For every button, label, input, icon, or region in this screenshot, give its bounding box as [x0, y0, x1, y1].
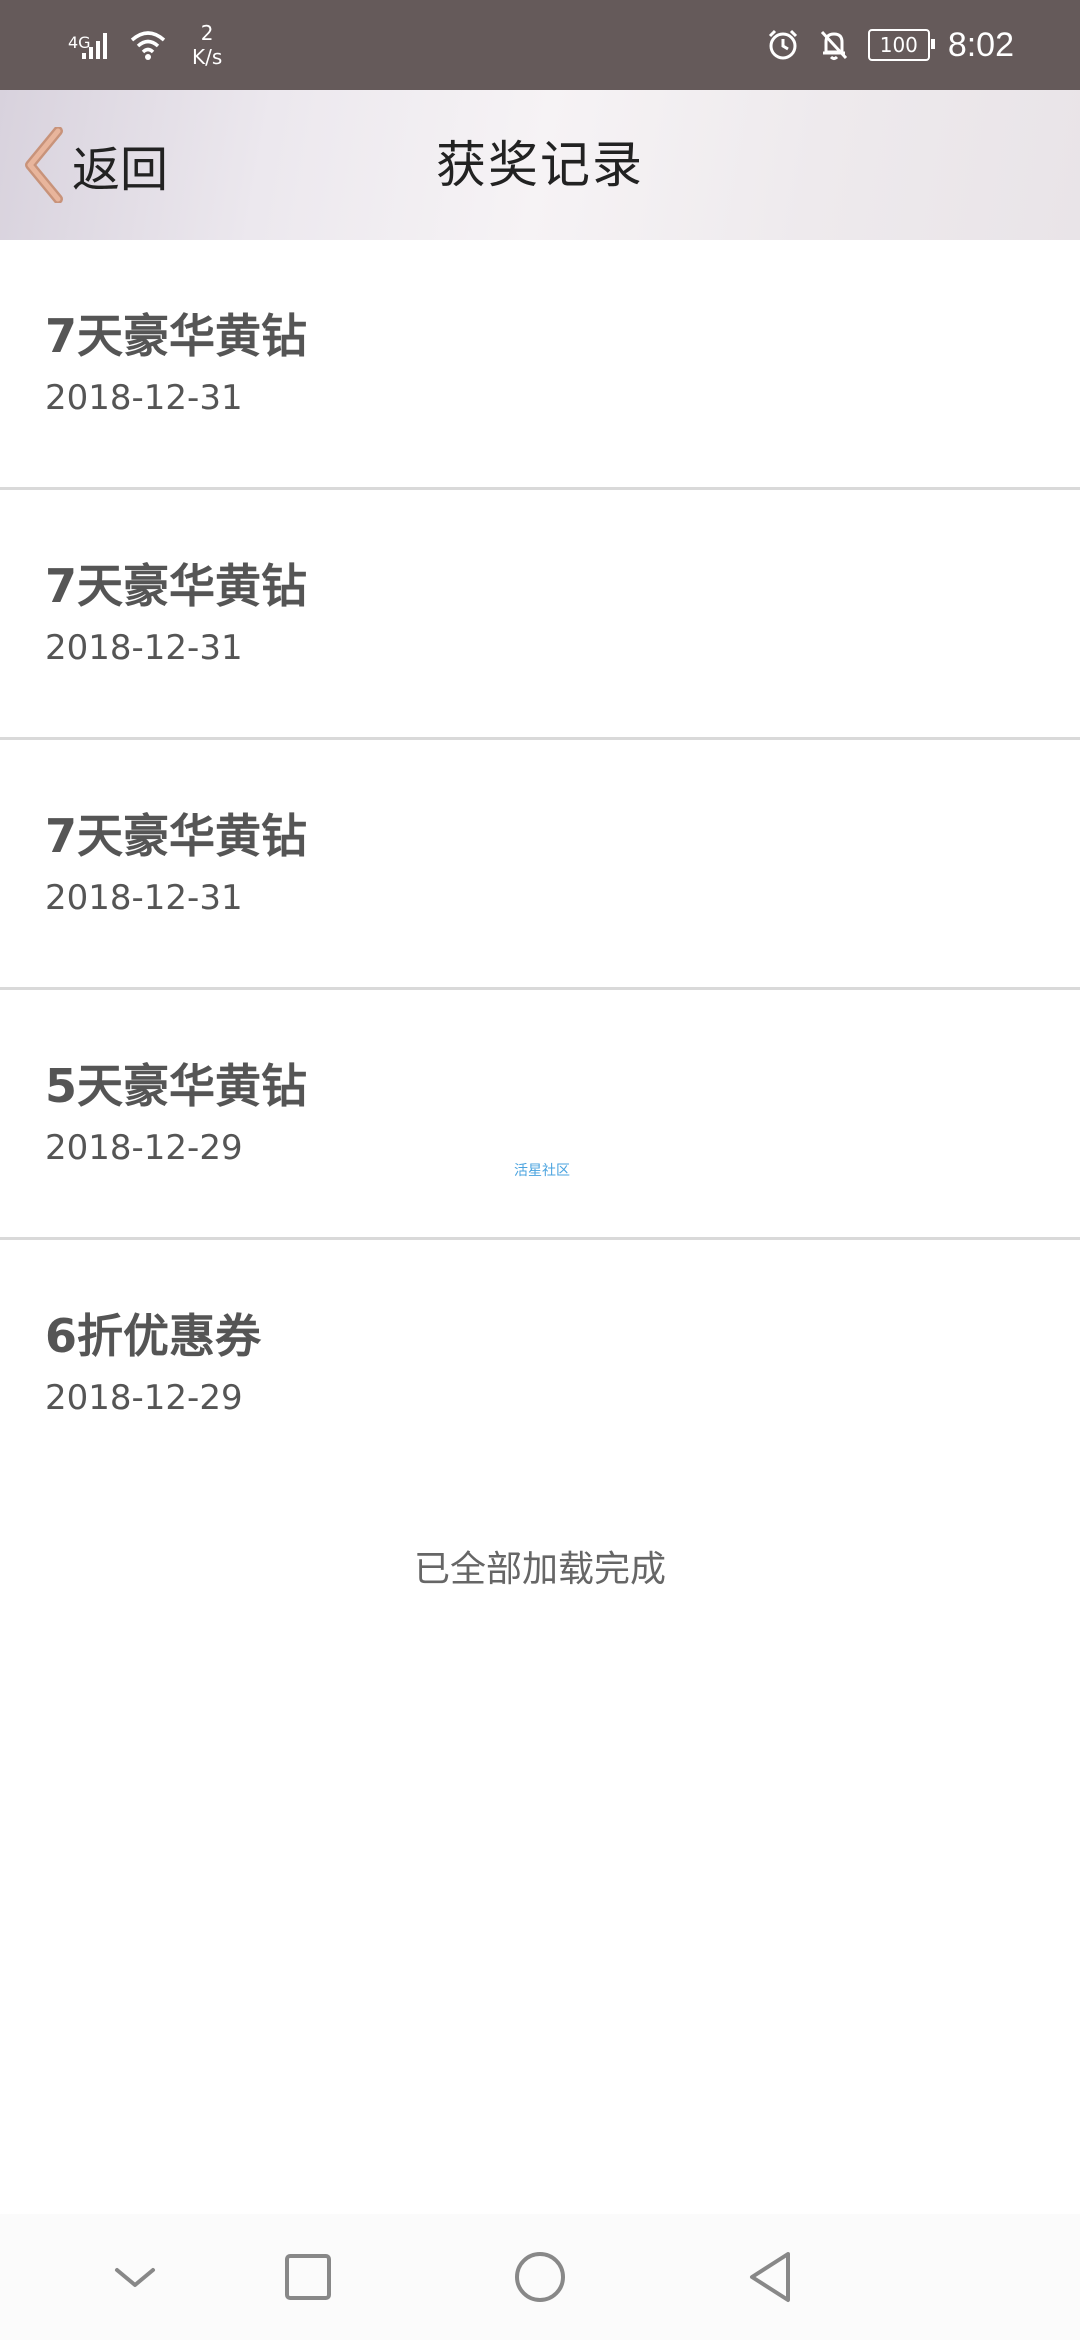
- chevron-down-icon: [115, 2268, 155, 2287]
- square-icon: [285, 2254, 331, 2300]
- record-title: 5天豪华黄钻: [45, 1059, 308, 1113]
- mute-bell-icon: [820, 30, 847, 60]
- record-title: 7天豪华黄钻: [45, 309, 308, 363]
- record-date: 2018-12-29: [45, 1378, 243, 1418]
- recent-apps-button[interactable]: [248, 2214, 368, 2340]
- record-date: 2018-12-31: [45, 628, 243, 668]
- signal-icon: 4G: [68, 25, 114, 65]
- record-title: 7天豪华黄钻: [45, 809, 308, 863]
- record-date: 2018-12-31: [45, 378, 243, 418]
- status-left: 4G 2 K/s: [68, 14, 222, 76]
- record-date: 2018-12-29: [45, 1128, 243, 1168]
- list-item[interactable]: 7天豪华黄钻 2018-12-31: [0, 240, 1080, 490]
- circle-icon: [515, 2252, 565, 2302]
- record-title: 6折优惠券: [45, 1309, 262, 1363]
- speed-value: 2: [200, 21, 214, 45]
- record-title: 7天豪华黄钻: [45, 559, 308, 613]
- system-nav-bar: [0, 2214, 1080, 2340]
- list-item[interactable]: 7天豪华黄钻 2018-12-31: [0, 740, 1080, 990]
- battery-level: 100: [879, 33, 918, 57]
- record-list: 7天豪华黄钻 2018-12-31 7天豪华黄钻 2018-12-31 7天豪华…: [0, 240, 1080, 1487]
- battery-icon: 100: [867, 29, 935, 61]
- wifi-icon: [130, 31, 166, 60]
- nav-back-button[interactable]: [710, 2214, 830, 2340]
- list-item[interactable]: 7天豪华黄钻 2018-12-31: [0, 490, 1080, 740]
- record-date: 2018-12-31: [45, 878, 243, 918]
- alarm-icon: [768, 29, 797, 60]
- status-bar: 4G 2 K/s 100 8:02: [0, 0, 1080, 90]
- header-bar: 返回 获奖记录: [0, 90, 1080, 240]
- home-button[interactable]: [480, 2214, 600, 2340]
- list-item[interactable]: 6折优惠券 2018-12-29: [0, 1240, 1080, 1487]
- speed-unit: K/s: [192, 45, 223, 69]
- load-complete-text: 已全部加载完成: [413, 1549, 666, 1590]
- list-item[interactable]: 5天豪华黄钻 2018-12-29: [0, 990, 1080, 1240]
- page-title: 获奖记录: [436, 136, 644, 194]
- triangle-back-icon: [750, 2252, 790, 2302]
- network-speed: 2 K/s: [192, 21, 222, 69]
- clock: 8:02: [947, 25, 1014, 64]
- collapse-button[interactable]: [75, 2214, 195, 2340]
- watermark-text: 活星社区: [514, 1163, 570, 1179]
- status-right: 100 8:02: [766, 14, 1014, 76]
